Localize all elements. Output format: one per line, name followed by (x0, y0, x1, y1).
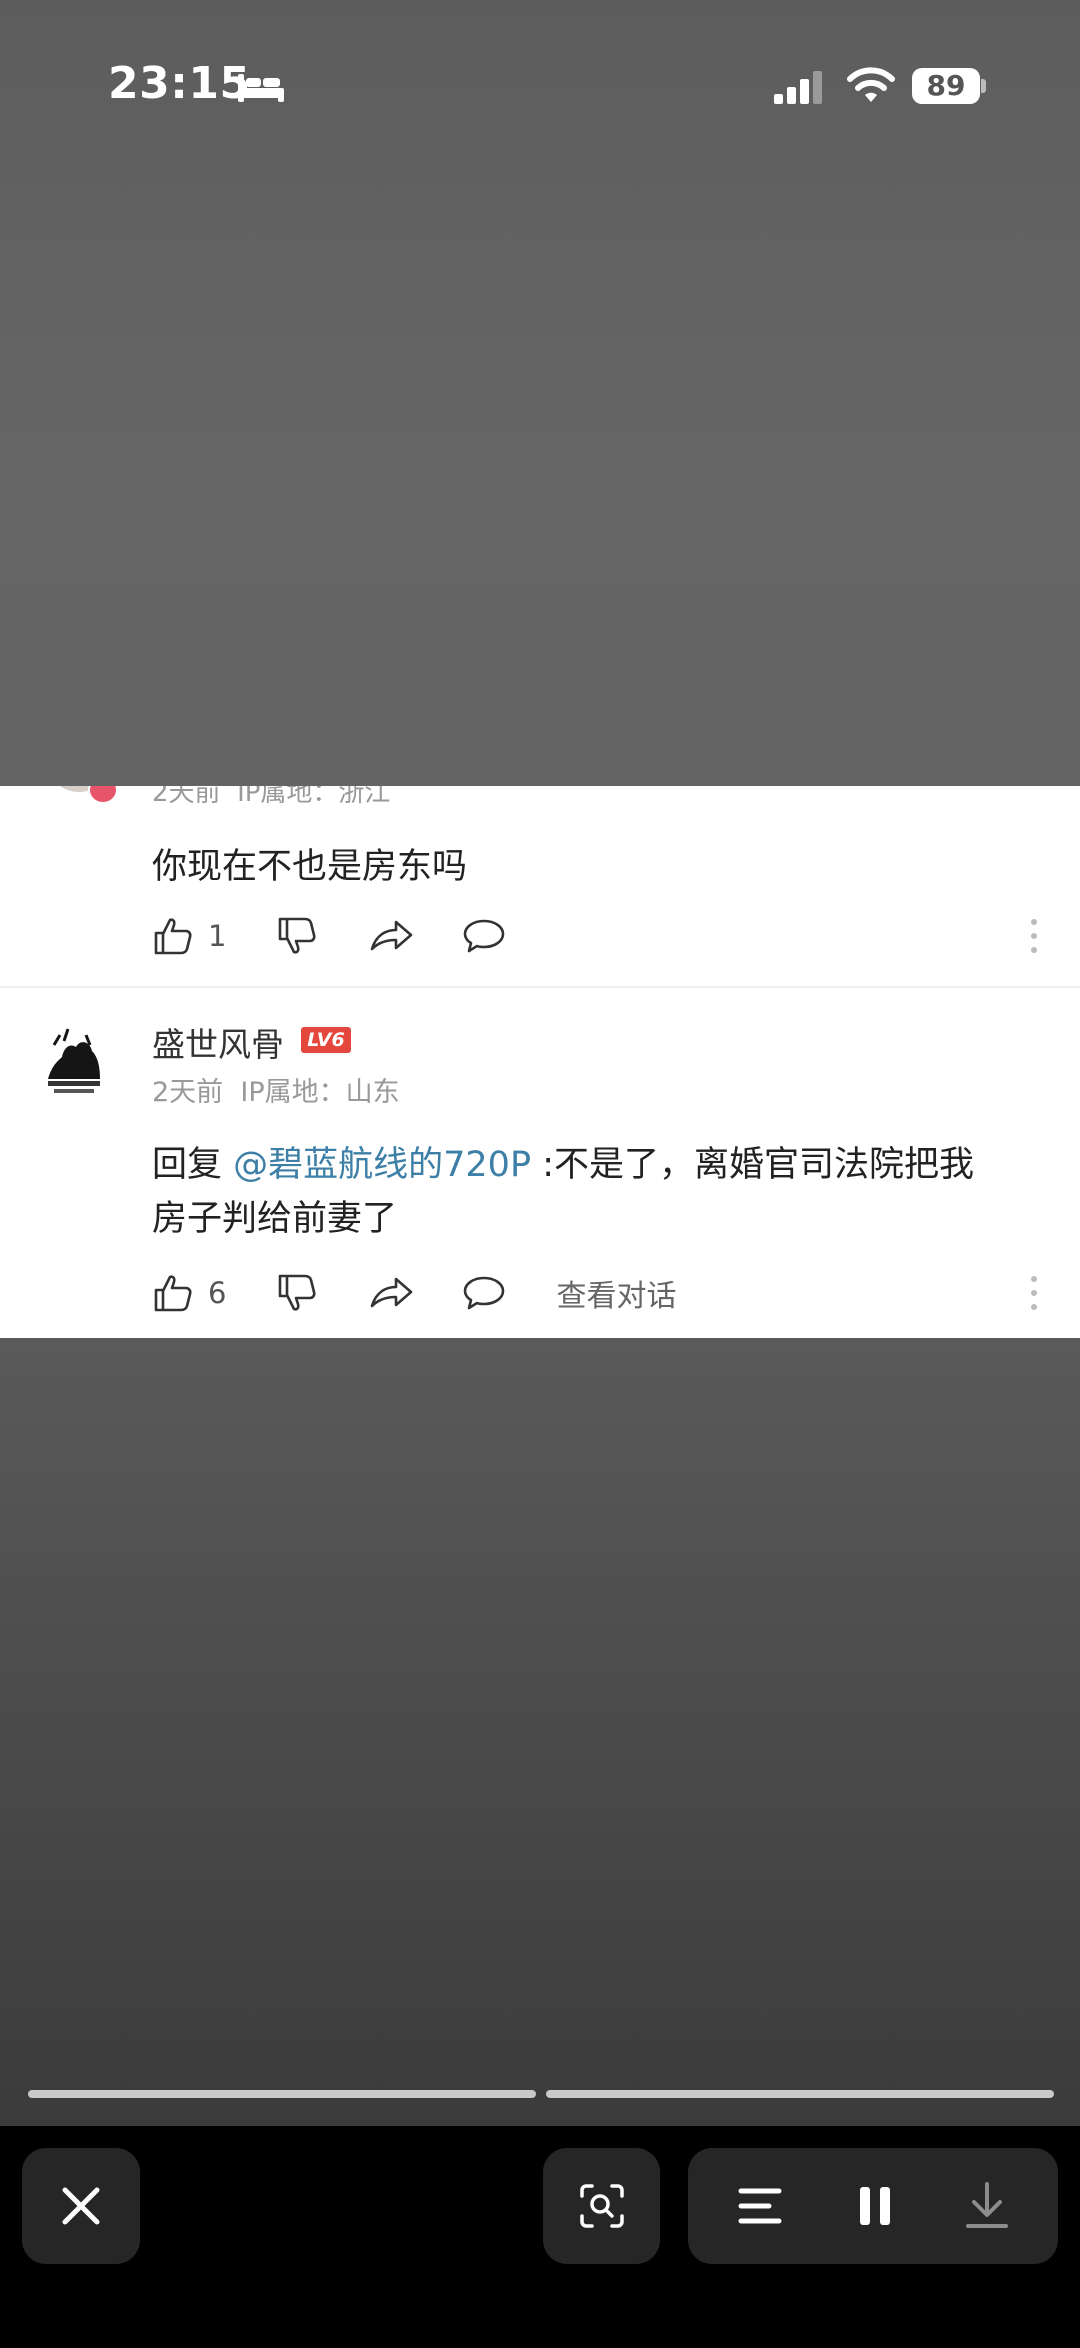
username[interactable]: 盛世风骨 (152, 1018, 284, 1066)
share-icon (371, 920, 413, 951)
comment-ip: IP属地：浙江 (237, 786, 391, 808)
reply-line-1: :不是了，离婚官司法院把我 (531, 1145, 974, 1185)
comment-text: 你现在不也是房东吗 (152, 847, 468, 887)
like-count: 6 (208, 1276, 227, 1310)
more-options-icon[interactable] (1030, 1275, 1038, 1315)
playback-controls (688, 2148, 1058, 2264)
comment-text: 回复 @碧蓝航线的720P :不是了，离婚官司法院把我 房子判给前妻了 (152, 1138, 1057, 1246)
more-options-icon[interactable] (1030, 918, 1038, 958)
divider (0, 986, 1080, 988)
visual-lookup-icon (579, 2184, 624, 2228)
comment-date: 2天前 (152, 786, 221, 808)
close-button[interactable] (22, 2148, 140, 2264)
battery-icon: 89 (912, 68, 980, 104)
reply-prefix: 回复 (152, 1145, 234, 1185)
like-button[interactable]: 6 (152, 1272, 226, 1314)
visual-lookup-button[interactable] (543, 2148, 660, 2264)
avatar[interactable] (34, 1021, 114, 1101)
like-count: 1 (208, 919, 227, 953)
pause-button[interactable] (855, 2184, 895, 2228)
like-button[interactable]: 1 (152, 915, 226, 957)
pause-icon (860, 2187, 890, 2225)
comment-meta: 2天前 IP属地：浙江 (152, 786, 390, 809)
mention-link[interactable]: @碧蓝航线的720P (233, 1145, 531, 1185)
thumbs-down-icon (279, 1274, 316, 1311)
download-button[interactable] (964, 2180, 1010, 2230)
text-menu-button[interactable] (738, 2184, 782, 2228)
dimmed-background-top (0, 0, 1080, 786)
reply-button[interactable] (462, 1272, 506, 1314)
dimmed-background-bottom (0, 1338, 1080, 2126)
text-menu-icon (738, 2188, 782, 2224)
comment-actions: 1 (152, 913, 506, 959)
share-button[interactable] (368, 915, 414, 957)
battery-level: 89 (926, 69, 966, 102)
comment-meta: 2天前 IP属地：山东 (152, 1070, 400, 1109)
comment-bubble-icon (464, 1276, 505, 1310)
comment-panel: 2天前 IP属地：浙江 你现在不也是房东吗 1 盛世风骨 LV6 2天前 IP属… (0, 786, 1080, 1338)
battery-tip (981, 79, 986, 93)
level-badge: LV6 (301, 1027, 351, 1053)
dislike-button[interactable] (276, 1272, 318, 1314)
cellular-signal-icon (772, 70, 828, 110)
progress-segment-1 (28, 2090, 536, 2098)
reply-button[interactable] (462, 915, 506, 957)
status-time: 23:15 (108, 58, 251, 109)
dislike-button[interactable] (276, 915, 318, 957)
progress-segment-2 (546, 2090, 1054, 2098)
thumbs-up-icon (154, 918, 192, 955)
comment-actions: 6 查看对话 (152, 1270, 676, 1316)
sleep-mode-icon (236, 70, 286, 108)
close-icon (62, 2187, 100, 2225)
wifi-icon (846, 66, 896, 110)
share-button[interactable] (368, 1272, 414, 1314)
comment-date: 2天前 (152, 1077, 224, 1108)
thumbs-down-icon (279, 917, 316, 954)
thumbs-up-icon (154, 1275, 192, 1312)
reply-line-2: 房子判给前妻了 (152, 1199, 398, 1239)
comment-bubble-icon (464, 919, 505, 953)
comment-ip: IP属地：山东 (240, 1077, 400, 1108)
verified-badge-icon (88, 786, 118, 804)
download-icon (966, 2182, 1008, 2228)
view-conversation-link[interactable]: 查看对话 (556, 1271, 676, 1315)
share-icon (371, 1277, 413, 1308)
